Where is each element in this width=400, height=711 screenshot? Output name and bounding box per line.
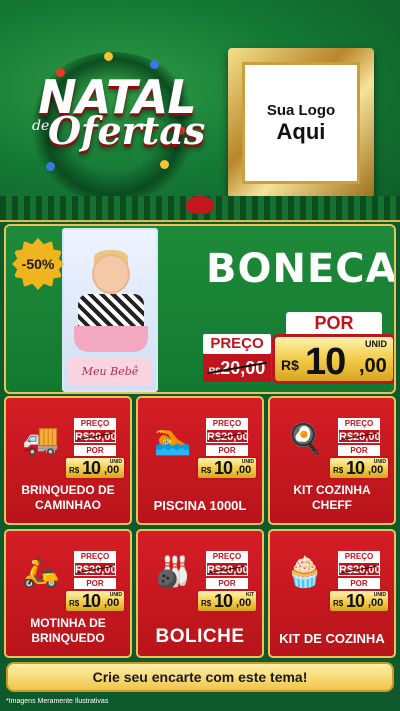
- price-tag: UNID R$ 10 ,00: [328, 456, 390, 480]
- ornament-icon: [46, 162, 55, 171]
- ofertas-title: Ofertas: [48, 108, 206, 153]
- price-decimal: ,00: [368, 597, 384, 609]
- disclaimer-text: *Imagens Meramente Ilustrativas: [6, 698, 109, 705]
- por-label: POR: [206, 445, 248, 456]
- currency: R$: [333, 599, 344, 608]
- logo-text-line1: Sua Logo: [266, 101, 336, 119]
- featured-product-card[interactable]: Meu Bebê -50% BONECA PREÇO R$20,00 POR U…: [4, 224, 396, 394]
- truck-icon: 🚚: [22, 422, 60, 456]
- create-flyer-button[interactable]: Crie seu encarte com este tema!: [6, 662, 394, 692]
- logo-frame[interactable]: Sua Logo Aqui: [228, 48, 374, 198]
- currency: R$: [69, 599, 80, 608]
- por-label: POR: [338, 445, 380, 456]
- currency: R$: [333, 466, 344, 475]
- price-integer: 10: [346, 591, 365, 611]
- preco-label: PREÇO: [206, 551, 248, 562]
- price-decimal: ,00: [104, 464, 120, 476]
- product-name: KIT COZINHA CHEFF: [293, 483, 371, 512]
- unit-label: UNID: [365, 339, 387, 349]
- preco-label: PREÇO: [203, 334, 271, 354]
- ornament-icon: [160, 160, 169, 169]
- product-name: MOTINHA DE BRINQUEDO: [30, 616, 106, 645]
- preco-label: PREÇO: [206, 418, 248, 429]
- old-price: R$20,00: [74, 429, 117, 443]
- product-card[interactable]: 🚚 PREÇO R$20,00 POR UNID R$ 10 ,00 BRINQ…: [4, 396, 132, 525]
- doll-dress: [78, 294, 144, 330]
- price-integer: 10: [214, 458, 233, 478]
- currency: R$: [281, 357, 299, 373]
- old-price: R$20,00: [203, 354, 271, 382]
- discount-badge: -50%: [12, 238, 64, 290]
- product-card[interactable]: 🍳 PREÇO R$20,00 POR UNID R$ 10 ,00 KIT C…: [268, 396, 396, 525]
- por-label: POR: [74, 445, 116, 456]
- ornament-icon: [104, 52, 113, 61]
- price-decimal: ,00: [359, 355, 387, 377]
- product-name: BOLICHE: [155, 626, 245, 647]
- price-tag: UNID R$ 10 ,00: [64, 589, 126, 613]
- old-price: R$20,00: [206, 429, 249, 443]
- price-integer: 10: [214, 591, 233, 611]
- header-banner: NATAL de Ofertas Sua Logo Aqui: [0, 0, 400, 222]
- por-label: POR: [74, 578, 116, 589]
- preco-label: PREÇO: [338, 418, 380, 429]
- price-integer: 10: [346, 458, 365, 478]
- currency: R$: [201, 599, 212, 608]
- currency: R$: [69, 466, 80, 475]
- old-price: R$20,00: [206, 562, 249, 576]
- bow-icon: [186, 196, 214, 214]
- product-name: KIT DE COZINHA: [279, 631, 385, 646]
- kitchen-set-icon: 🧁: [286, 555, 324, 589]
- product-name: BRINQUEDO DE CAMINHAO: [21, 483, 115, 512]
- pool-icon: 🏊: [154, 422, 192, 456]
- price-tag: UNID R$ 10 ,00: [196, 456, 258, 480]
- currency: R$: [201, 466, 212, 475]
- kitchen-icon: 🍳: [286, 422, 324, 456]
- por-label: POR: [338, 578, 380, 589]
- scooter-icon: 🛵: [22, 555, 60, 589]
- featured-price-tag: UNID R$ 10 ,00: [272, 334, 394, 384]
- old-price: R$20,00: [338, 429, 381, 443]
- price-integer: 10: [82, 591, 101, 611]
- old-price: R$20,00: [74, 562, 117, 576]
- price-integer: 10: [82, 458, 101, 478]
- por-label: POR: [286, 312, 382, 334]
- price-decimal: ,00: [104, 597, 120, 609]
- preco-label: PREÇO: [74, 551, 116, 562]
- product-card[interactable]: 🛵 PREÇO R$20,00 POR UNID R$ 10 ,00 MOTIN…: [4, 529, 132, 658]
- logo-text-line2: Aqui: [276, 118, 326, 144]
- doll-image: Meu Bebê: [62, 228, 158, 392]
- price-decimal: ,00: [236, 464, 252, 476]
- price-decimal: ,00: [236, 597, 252, 609]
- product-name: PISCINA 1000L: [153, 498, 247, 513]
- price-tag: UNID R$ 10 ,00: [64, 456, 126, 480]
- doll-skirt: [74, 326, 148, 352]
- preco-label: PREÇO: [74, 418, 116, 429]
- product-card[interactable]: 🧁 PREÇO R$20,00 POR UNID R$ 10 ,00 KIT D…: [268, 529, 396, 658]
- box-label: Meu Bebê: [68, 358, 152, 386]
- preco-label: PREÇO: [338, 551, 380, 562]
- product-grid: 🚚 PREÇO R$20,00 POR UNID R$ 10 ,00 BRINQ…: [4, 396, 396, 658]
- price-tag: KIT R$ 10 ,00: [196, 589, 258, 613]
- old-price: R$20,00: [338, 562, 381, 576]
- price-tag: UNID R$ 10 ,00: [328, 589, 390, 613]
- ornament-icon: [150, 60, 159, 69]
- price-integer: 10: [305, 341, 346, 383]
- por-label: POR: [206, 578, 248, 589]
- price-decimal: ,00: [368, 464, 384, 476]
- doll-head: [92, 254, 130, 294]
- logo-placeholder: Sua Logo Aqui: [242, 62, 360, 184]
- featured-product-name: BONECA: [206, 246, 396, 292]
- title-de: de: [32, 118, 50, 134]
- product-card[interactable]: 🎳 PREÇO R$20,00 POR KIT R$ 10 ,00 BOLICH…: [136, 529, 264, 658]
- product-card[interactable]: 🏊 PREÇO R$20,00 POR UNID R$ 10 ,00 PISCI…: [136, 396, 264, 525]
- bowling-icon: 🎳: [154, 555, 192, 589]
